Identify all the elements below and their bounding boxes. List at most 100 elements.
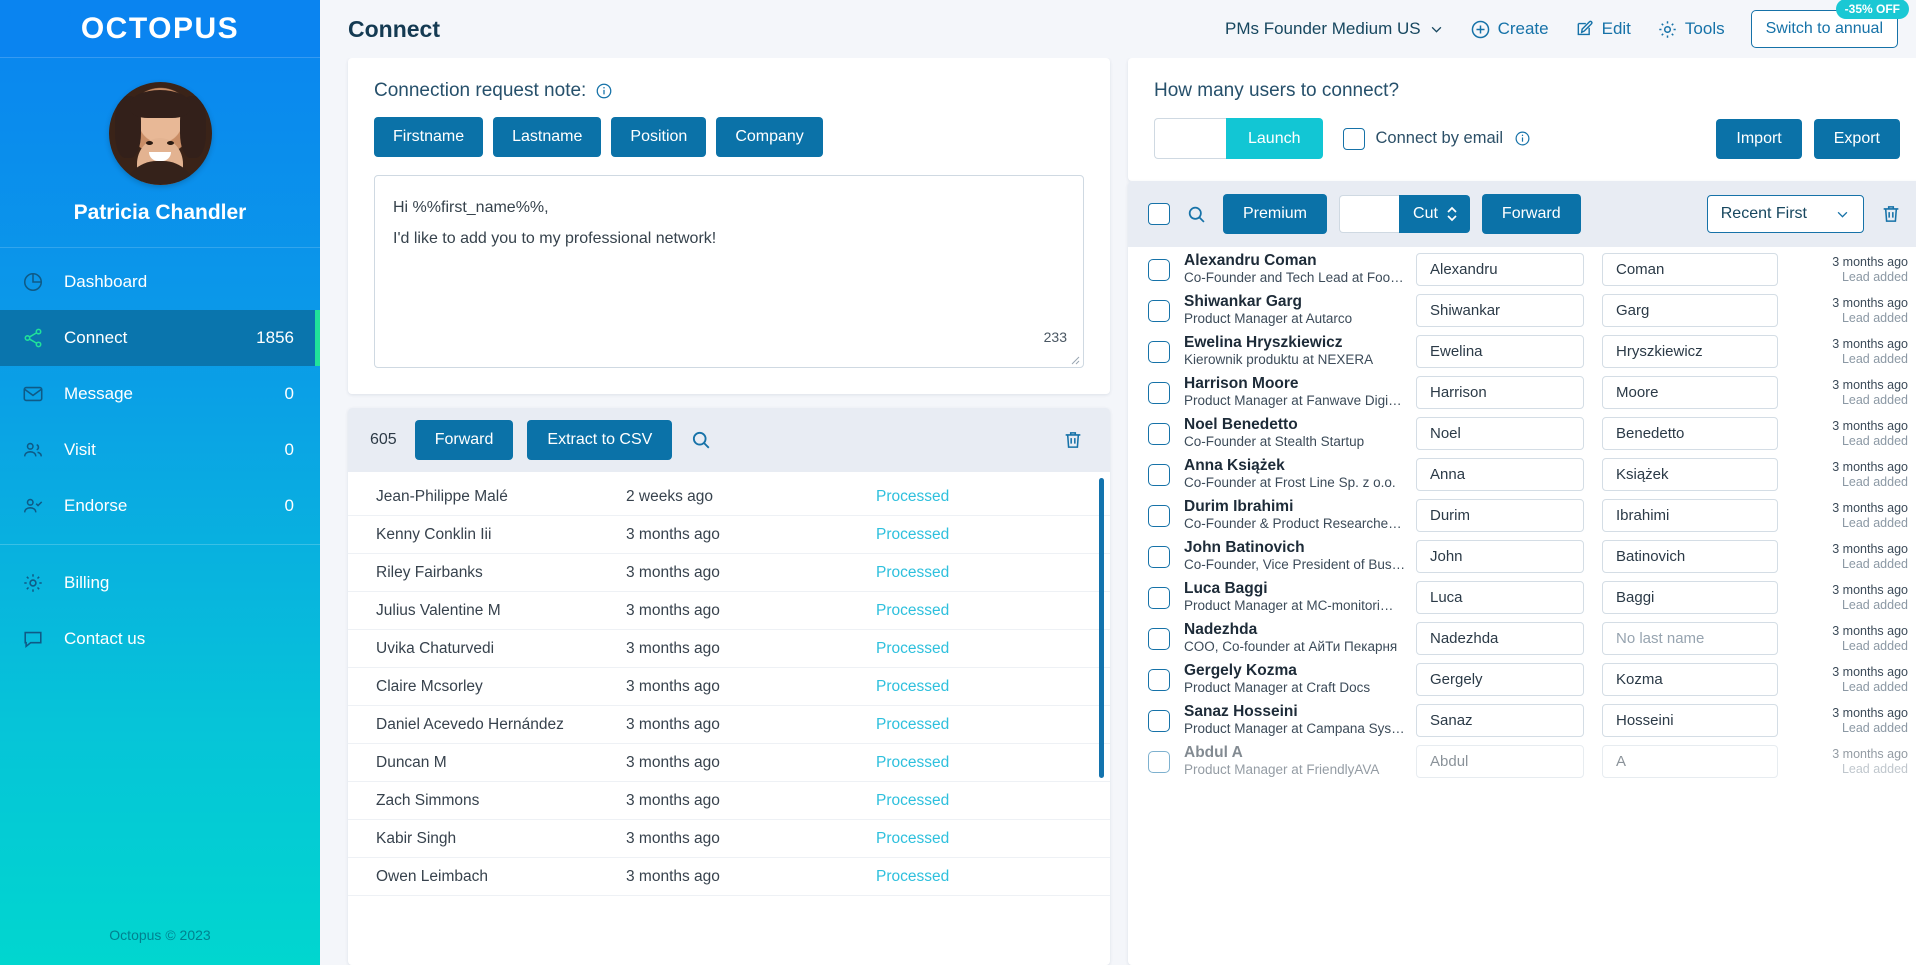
info-icon[interactable] [1514,130,1531,147]
first-name-field[interactable]: Sanaz [1416,704,1584,737]
extract-to-csv-button[interactable]: Extract to CSV [527,420,673,460]
last-name-field[interactable]: Hryszkiewicz [1602,335,1778,368]
search-icon[interactable] [686,427,716,453]
last-name-field[interactable]: Benedetto [1602,417,1778,450]
account-selector[interactable]: PMs Founder Medium US [1225,19,1444,39]
forward-button[interactable]: Forward [1481,194,1581,234]
select-all-checkbox[interactable] [1148,203,1170,225]
sidebar-item-visit[interactable]: Visit 0 [0,422,320,478]
last-name-field[interactable]: A [1602,745,1778,778]
resize-grip-icon[interactable] [1068,353,1080,365]
switch-to-annual-button[interactable]: Switch to annual -35% OFF [1750,0,1909,48]
last-name-field[interactable]: Kozma [1602,663,1778,696]
sidebar-item-message[interactable]: Message 0 [0,366,320,422]
table-row[interactable]: Daniel Acevedo Hernández 3 months ago Proc… [348,706,1110,744]
sidebar-item-endorse[interactable]: Endorse 0 [0,478,320,534]
users-count-input[interactable] [1154,118,1226,159]
sort-select[interactable]: Recent First [1706,195,1864,233]
row-checkbox[interactable] [1148,258,1170,281]
list-item[interactable]: Durim Ibrahimi Co-Founder & Product Resea… [1128,495,1916,536]
row-checkbox[interactable] [1148,709,1170,732]
note-textarea[interactable]: Hi %%first_name%%, I'd like to add you t… [374,175,1084,368]
first-name-field[interactable]: Shiwankar [1416,294,1584,327]
table-row[interactable]: Zach Simmons 3 months ago Processed [348,782,1110,820]
edit-button[interactable]: Edit [1575,19,1631,39]
last-name-field[interactable]: Batinovich [1602,540,1778,573]
row-checkbox[interactable] [1148,299,1170,322]
first-name-field[interactable]: Alexandru [1416,253,1584,286]
list-item[interactable]: Luca Baggi Product Manager at MC-monitori… [1128,577,1916,618]
last-name-field[interactable]: Coman [1602,253,1778,286]
list-item[interactable]: Gergely Kozma Product Manager at Craft Do… [1128,659,1916,700]
row-checkbox[interactable] [1148,340,1170,363]
row-checkbox[interactable] [1148,668,1170,691]
first-name-field[interactable]: Abdul [1416,745,1584,778]
premium-filter-button[interactable]: Premium [1223,194,1328,234]
list-item[interactable]: Sanaz Hosseini Product Manager at Campana… [1128,700,1916,741]
export-button[interactable]: Export [1813,118,1900,159]
connect-by-email-checkbox[interactable] [1342,127,1365,150]
row-checkbox[interactable] [1148,750,1170,773]
last-name-field[interactable]: No last name [1602,622,1778,655]
table-row[interactable]: Claire Mcsorley 3 months ago Processed [348,668,1110,706]
last-name-field[interactable]: Ibrahimi [1602,499,1778,532]
list-item[interactable]: Ewelina Hryszkiewicz Kierownik produktu a… [1128,331,1916,372]
sidebar-item-contact-us[interactable]: Contact us [0,611,320,667]
info-icon[interactable] [595,82,613,100]
list-item[interactable]: Abdul A Product Manager at FriendlyAVA Abd… [1128,741,1916,782]
row-checkbox[interactable] [1148,586,1170,609]
row-checkbox[interactable] [1148,627,1170,650]
row-checkbox[interactable] [1148,381,1170,404]
first-name-field[interactable]: Luca [1416,581,1584,614]
table-row[interactable]: Kenny Conklin Iii 3 months ago Processed [348,516,1110,554]
list-item[interactable]: Nadezhda COO, Co-founder at АйТи Пекарня N… [1128,618,1916,659]
table-row[interactable]: Julius Valentine M 3 months ago Processed [348,592,1110,630]
tag-company-button[interactable]: Company [716,117,823,157]
table-row[interactable]: Riley Fairbanks 3 months ago Processed [348,554,1110,592]
tag-firstname-button[interactable]: Firstname [374,117,484,157]
list-item[interactable]: Noel Benedetto Co-Founder at Stealth Star… [1128,413,1916,454]
first-name-field[interactable]: Ewelina [1416,335,1584,368]
list-item[interactable]: Alexandru Coman Co-Founder and Tech Lead … [1128,249,1916,290]
table-row[interactable]: Uvika Chaturvedi 3 months ago Processed [348,630,1110,668]
row-checkbox[interactable] [1148,545,1170,568]
create-button[interactable]: Create [1470,19,1549,40]
first-name-field[interactable]: Harrison [1416,376,1584,409]
table-row[interactable]: Duncan M 3 months ago Processed [348,744,1110,782]
table-row[interactable]: Jean-Philippe Malé 2 weeks ago Processed [348,478,1110,516]
logo[interactable]: OCTOPUS [0,0,320,58]
forward-button[interactable]: Forward [414,420,514,460]
tag-position-button[interactable]: Position [611,117,707,157]
list-item[interactable]: Shiwankar Garg Product Manager at Autarco… [1128,290,1916,331]
cut-amount-input[interactable] [1339,195,1400,233]
sidebar-item-billing[interactable]: Billing [0,555,320,611]
last-name-field[interactable]: Książek [1602,458,1778,491]
tools-button[interactable]: Tools [1657,19,1725,40]
first-name-field[interactable]: Gergely [1416,663,1584,696]
list-item[interactable]: Harrison Moore Product Manager at Fanwave… [1128,372,1916,413]
last-name-field[interactable]: Baggi [1602,581,1778,614]
first-name-field[interactable]: Noel [1416,417,1584,450]
row-checkbox[interactable] [1148,463,1170,486]
first-name-field[interactable]: Durim [1416,499,1584,532]
import-button[interactable]: Import [1716,118,1802,159]
last-name-field[interactable]: Garg [1602,294,1778,327]
tag-lastname-button[interactable]: Lastname [493,117,602,157]
delete-icon[interactable] [1058,427,1088,453]
list-item[interactable]: Anna Książek Co-Founder at Frost Line Sp.… [1128,454,1916,495]
row-checkbox[interactable] [1148,504,1170,527]
first-name-field[interactable]: Anna [1416,458,1584,491]
sidebar-item-connect[interactable]: Connect 1856 [0,310,320,366]
sidebar-item-dashboard[interactable]: Dashboard [0,254,320,310]
row-checkbox[interactable] [1148,422,1170,445]
list-item[interactable]: John Batinovich Co-Founder, Vice Presiden… [1128,536,1916,577]
last-name-field[interactable]: Hosseini [1602,704,1778,737]
first-name-field[interactable]: John [1416,540,1584,573]
processed-list-scrollbar[interactable] [1099,478,1104,778]
delete-icon[interactable] [1876,201,1906,227]
table-row[interactable]: Kabir Singh 3 months ago Processed [348,820,1110,858]
search-icon[interactable] [1182,202,1211,227]
last-name-field[interactable]: Moore [1602,376,1778,409]
table-row[interactable]: Owen Leimbach 3 months ago Processed [348,858,1110,896]
first-name-field[interactable]: Nadezhda [1416,622,1584,655]
